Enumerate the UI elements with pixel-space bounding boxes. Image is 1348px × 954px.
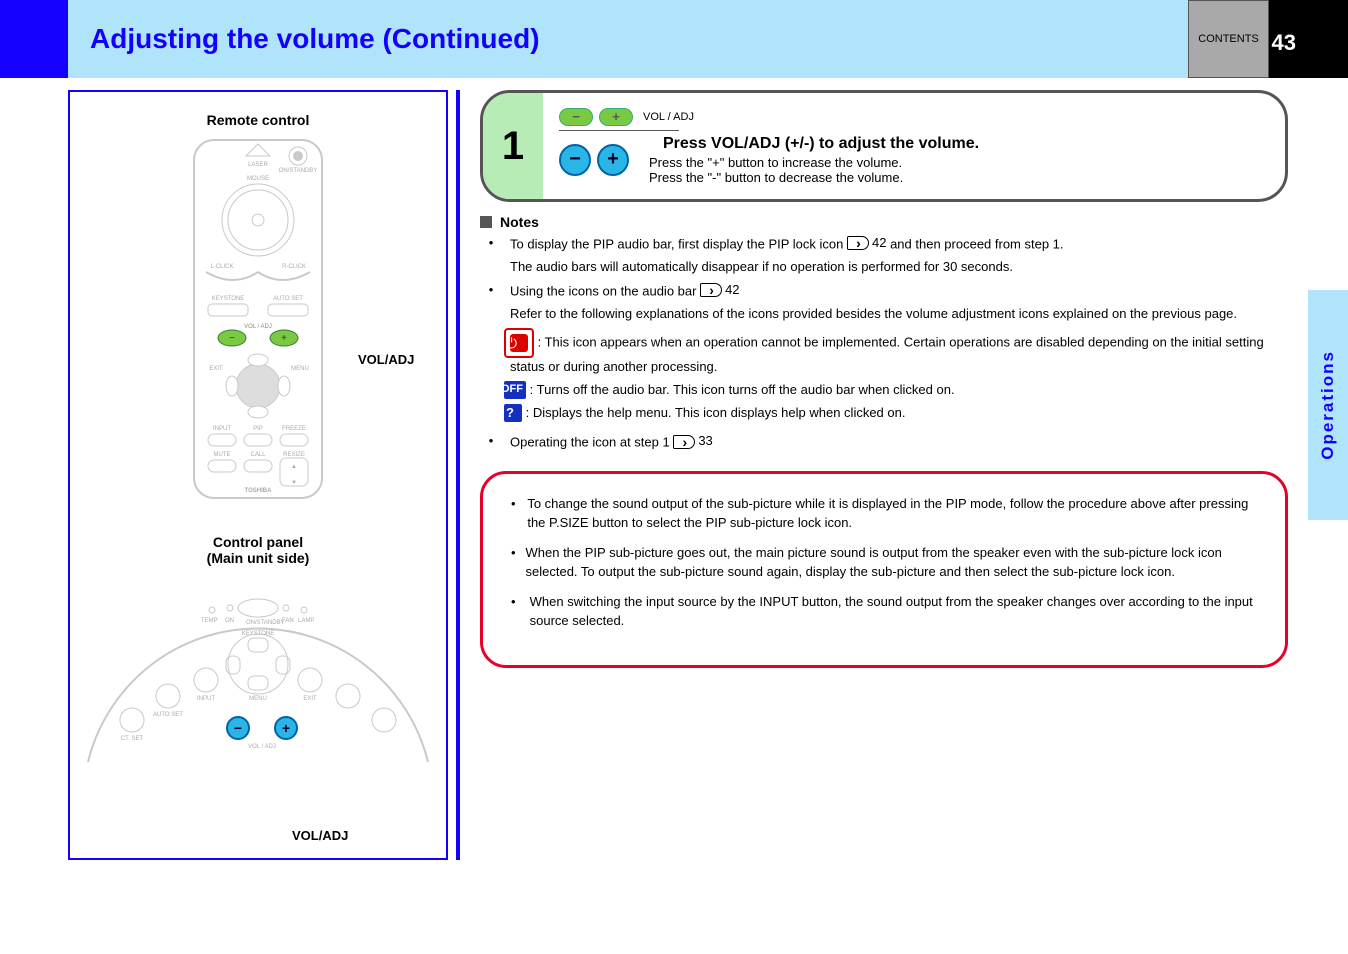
remote-voladj-callout: VOL/ADJ [358, 352, 414, 367]
svg-text:VOL / ADJ: VOL / ADJ [248, 744, 276, 750]
disallow-icon [504, 328, 534, 358]
page-ref-icon[interactable]: 42 [847, 234, 886, 253]
warning-item-2: •When the PIP sub-picture goes out, the … [511, 543, 1257, 582]
svg-text:RESIZE: RESIZE [283, 452, 305, 458]
note-icon-off-row: OFF : Turns off the audio bar. This icon… [510, 381, 1288, 400]
top-bar-accent [0, 0, 68, 78]
instruction-text: Press VOL/ADJ (+/-) to adjust the volume… [663, 135, 1269, 153]
notes-heading: Notes [500, 214, 539, 230]
note-icon-help-row: ? : Displays the help menu. This icon di… [510, 404, 1288, 423]
warning-item-3: •When switching the input source by the … [511, 592, 1257, 631]
note-icon-power: Refer to the following explanations of t… [510, 305, 1288, 324]
btn-autoset-label: AUTO SET [273, 296, 303, 302]
top-bar: Adjusting the volume (Continued) CONTENT… [0, 0, 1348, 78]
svg-text:CT. SET: CT. SET [121, 736, 144, 742]
svg-text:AUTO SET: AUTO SET [153, 712, 183, 718]
svg-text:INPUT: INPUT [197, 696, 215, 702]
note-icon-power-row: : This icon appears when an operation ca… [510, 328, 1288, 377]
svg-text:TEMP: TEMP [201, 618, 218, 624]
svg-text:ON: ON [225, 618, 234, 624]
svg-text:KEYSTONE: KEYSTONE [242, 631, 275, 637]
instruction-sub-plus: Press the "+" button to increase the vol… [649, 155, 1269, 170]
section-tab-operations[interactable]: Operations [1308, 290, 1348, 520]
column-divider [456, 90, 460, 860]
btn-exit-label: EXIT [209, 366, 223, 372]
svg-text:−: − [234, 720, 242, 736]
remote-vol-buttons-icon: − + VOL / ADJ [559, 108, 1269, 126]
svg-text:INPUT: INPUT [213, 426, 231, 432]
svg-text:−: − [229, 333, 235, 344]
svg-text:CALL: CALL [250, 452, 266, 458]
left-illustration-column: Remote control LASER ON/STANDBY MOUSE L-… [68, 90, 448, 860]
btn-rclick-label: R-CLICK [282, 264, 306, 270]
svg-text:FAN: FAN [282, 618, 294, 624]
btn-mouse-label: MOUSE [247, 176, 269, 182]
instruction-step-box: 1 − + VOL / ADJ − + Press VOL/ADJ (+/-) … [480, 90, 1288, 202]
note-item-1: • To display the PIP audio bar, first di… [480, 234, 1288, 254]
contents-button[interactable]: CONTENTS [1188, 0, 1269, 78]
btn-lclick-label: L-CLICK [210, 264, 233, 270]
note-item-2: • Using the icons on the audio bar 42 [480, 281, 1288, 301]
svg-text:TOSHIBA: TOSHIBA [245, 488, 273, 494]
btn-laser-label: LASER [248, 162, 268, 168]
remote-control-title: Remote control [70, 112, 446, 128]
btn-voladj-label: VOL / ADJ [244, 324, 272, 330]
remote-vol-plus-icon: + [599, 108, 633, 126]
btn-keystone-label: KEYSTONE [212, 296, 245, 302]
page-ref-icon[interactable]: 33 [673, 432, 712, 451]
note-item-last: • Operating the icon at step 1 33 [480, 432, 1288, 452]
panel-vol-buttons-icon: − + [559, 144, 629, 176]
warning-item-1: •To change the sound output of the sub-p… [511, 494, 1257, 533]
section-tab-label: Operations [1318, 350, 1338, 460]
control-panel-figure: TEMP ON ON/STANDBY FAN LAMP KEYSTONE MEN… [70, 572, 446, 772]
panel-vol-plus-icon: + [597, 144, 629, 176]
svg-text:+: + [282, 720, 290, 736]
svg-text:▲: ▲ [291, 464, 297, 470]
instruction-sub-minus: Press the "-" button to decrease the vol… [649, 170, 1269, 185]
remote-vol-minus-icon: − [559, 108, 593, 126]
btn-onstandby-label: ON/STANDBY [279, 168, 318, 174]
svg-text:MENU: MENU [249, 696, 267, 702]
main-column: 1 − + VOL / ADJ − + Press VOL/ADJ (+/-) … [480, 90, 1288, 668]
svg-text:EXIT: EXIT [303, 696, 317, 702]
remote-control-figure: LASER ON/STANDBY MOUSE L-CLICK R-CLICK K… [70, 134, 446, 504]
svg-text:MUTE: MUTE [214, 452, 231, 458]
panel-voladj-callout: VOL/ADJ [292, 828, 348, 843]
divider-line [559, 130, 679, 131]
note-item-1b: The audio bars will automatically disapp… [510, 258, 1288, 277]
page-ref-icon[interactable]: 42 [700, 281, 739, 300]
top-bar-right: CONTENTS [1188, 0, 1348, 78]
page-title: Adjusting the volume (Continued) [90, 23, 540, 55]
notes-heading-row: Notes [480, 214, 1288, 230]
help-icon: ? [504, 404, 522, 422]
panel-vol-minus-icon: − [559, 144, 591, 176]
btn-menu-label: MENU [291, 366, 309, 372]
off-icon: OFF [504, 381, 526, 399]
warning-box: •To change the sound output of the sub-p… [480, 471, 1288, 668]
svg-text:PIP: PIP [253, 426, 263, 432]
svg-text:FREEZE: FREEZE [282, 426, 306, 432]
svg-text:▼: ▼ [291, 480, 297, 486]
step-number-badge: 1 [483, 93, 543, 199]
notes-bullet-icon [480, 216, 492, 228]
svg-text:+: + [281, 333, 287, 344]
remote-voladj-mini-label: VOL / ADJ [643, 111, 694, 123]
control-panel-title: Control panel (Main unit side) [70, 534, 446, 566]
top-bar-main: Adjusting the volume (Continued) [68, 0, 1188, 78]
svg-text:ON/STANDBY: ON/STANDBY [246, 620, 285, 626]
page-number: 43 [1272, 30, 1296, 56]
svg-text:LAMP: LAMP [298, 618, 314, 624]
